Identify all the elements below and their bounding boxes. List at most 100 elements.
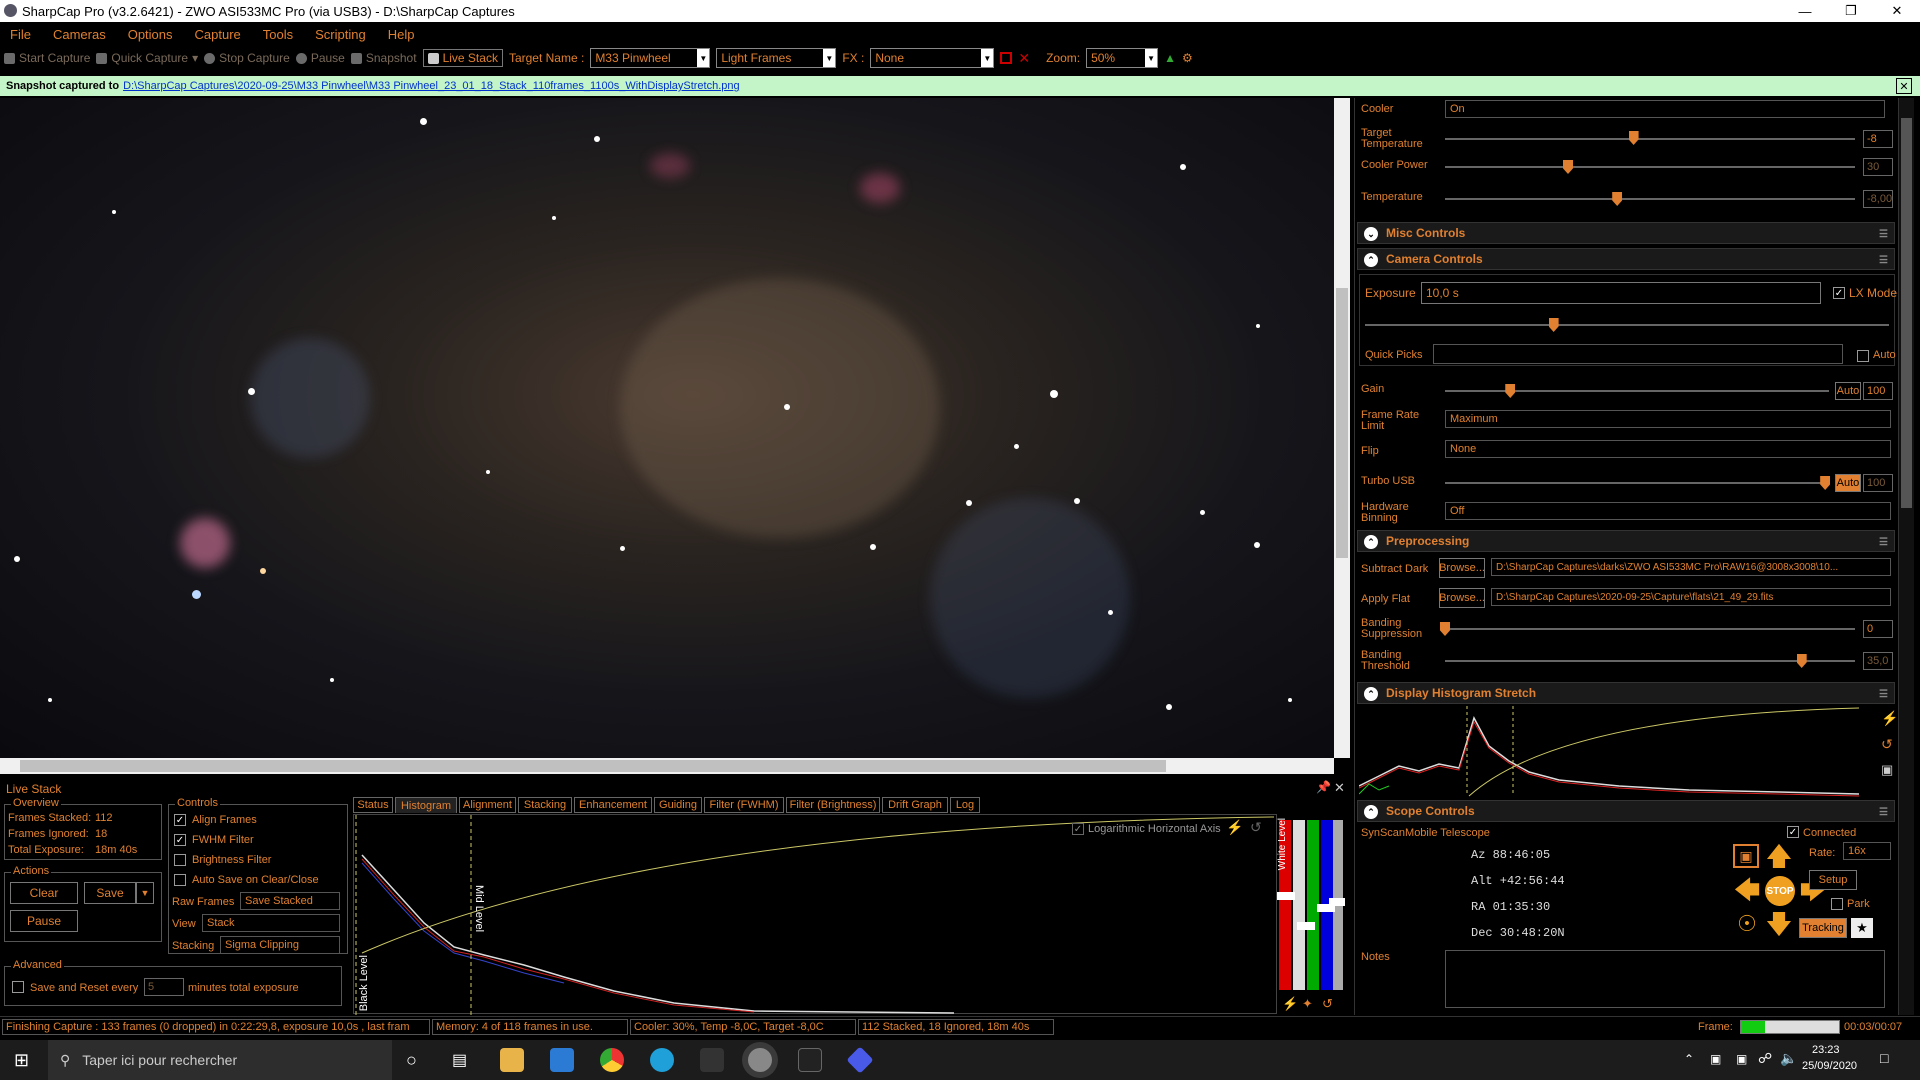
goto-icon[interactable]: ▣ <box>1733 844 1759 868</box>
maximize-button[interactable]: ❐ <box>1828 0 1874 22</box>
terminal-icon[interactable] <box>798 1048 822 1072</box>
zoom-combo[interactable]: 50% ▼ <box>1086 48 1159 68</box>
scope-controls-header[interactable]: ⌃ Scope Controls ☰ <box>1357 800 1895 822</box>
frame-type-combo[interactable]: Light Frames ▼ <box>716 48 837 68</box>
menu-icon[interactable]: ☰ <box>1879 537 1888 548</box>
setup-button[interactable]: Setup <box>1809 870 1857 890</box>
slider-handle[interactable] <box>1329 898 1345 906</box>
stack-histogram[interactable]: Black Level Mid Level ✓ Logarithmic Hori… <box>353 814 1277 1015</box>
network-icon[interactable]: ☍ <box>1758 1050 1772 1067</box>
level-sliders[interactable]: White Level <box>1277 818 1345 996</box>
stop-capture-button[interactable]: Stop Capture <box>204 51 290 65</box>
reset-icon[interactable]: ↺ <box>1881 736 1893 753</box>
menu-cameras[interactable]: Cameras <box>53 27 106 42</box>
edge-icon[interactable] <box>650 1048 674 1072</box>
target-temp-slider[interactable] <box>1445 138 1855 140</box>
chevron-up-icon[interactable]: ⌃ <box>1684 1052 1694 1066</box>
red-rect-icon[interactable] <box>1000 52 1013 64</box>
stop-button[interactable]: STOP <box>1765 876 1795 906</box>
notes-field[interactable] <box>1445 950 1885 1008</box>
slider-thumb[interactable] <box>1796 654 1807 668</box>
slider-thumb[interactable] <box>1440 622 1450 636</box>
tab-enhancement[interactable]: Enhancement <box>574 797 652 813</box>
clear-button[interactable]: Clear <box>10 882 78 904</box>
camera-controls-header[interactable]: ⌃ Camera Controls ☰ <box>1357 248 1895 270</box>
banding-suppression-value[interactable]: 0 <box>1863 620 1893 638</box>
exposure-slider[interactable] <box>1365 324 1889 326</box>
volume-icon[interactable]: 🔈 <box>1780 1050 1797 1067</box>
sharpcap-icon[interactable] <box>748 1048 772 1072</box>
tab-filter-brightness[interactable]: Filter (Brightness) <box>786 797 880 813</box>
connected-checkbox[interactable]: ✓ <box>1787 826 1799 838</box>
save-icon[interactable]: ▣ <box>1881 762 1893 778</box>
stacking-combo[interactable]: Sigma Clipping <box>220 936 340 954</box>
camera-image-view[interactable] <box>0 98 1334 758</box>
dark-file-combo[interactable]: D:\SharpCap Captures\darks\ZWO ASI533MC … <box>1491 558 1891 576</box>
pause-button[interactable]: Pause <box>10 910 78 932</box>
arrow-up-icon[interactable]: 🡅 <box>1765 842 1793 870</box>
close-icon[interactable]: ✕ <box>1334 780 1345 796</box>
gain-slider[interactable] <box>1445 390 1829 392</box>
menu-help[interactable]: Help <box>388 27 415 42</box>
rate-combo[interactable]: 16x <box>1843 842 1891 860</box>
start-capture-button[interactable]: Start Capture <box>4 51 90 65</box>
park-checkbox[interactable] <box>1831 898 1843 910</box>
cortana-icon[interactable]: ○ <box>406 1050 417 1071</box>
task-view-icon[interactable]: ▤ <box>452 1050 467 1070</box>
scroll-thumb[interactable] <box>1901 118 1912 508</box>
tab-histogram[interactable]: Histogram <box>395 797 457 813</box>
histogram-icon[interactable]: ▲ <box>1164 51 1176 65</box>
lightning-icon[interactable]: ⚡ <box>1226 819 1243 836</box>
flat-file-combo[interactable]: D:\SharpCap Captures\2020-09-25\Capture\… <box>1491 588 1891 606</box>
lx-mode-checkbox[interactable]: ✓ <box>1833 287 1845 299</box>
slider-thumb[interactable] <box>1505 384 1516 398</box>
menu-icon[interactable]: ☰ <box>1879 255 1888 266</box>
auto-exposure-checkbox[interactable] <box>1857 350 1869 362</box>
binning-combo[interactable]: Off <box>1445 502 1891 520</box>
tab-stacking[interactable]: Stacking <box>518 797 572 813</box>
save-dropdown[interactable]: ▼ <box>136 882 154 904</box>
reset-icon[interactable]: ↺ <box>1322 996 1333 1012</box>
white-channel-slider[interactable] <box>1293 820 1305 990</box>
frame-rate-combo[interactable]: Maximum <box>1445 410 1891 428</box>
live-stack-button[interactable]: Live Stack <box>422 49 503 67</box>
minimize-button[interactable]: — <box>1782 0 1828 22</box>
close-button[interactable]: ✕ <box>1874 0 1920 22</box>
target-icon[interactable]: ☉ <box>1733 910 1761 938</box>
notifications-icon[interactable]: □ <box>1880 1050 1888 1066</box>
align-frames-checkbox[interactable]: ✓ <box>174 814 186 826</box>
tab-guiding[interactable]: Guiding <box>654 797 702 813</box>
fwhm-filter-checkbox[interactable]: ✓ <box>174 834 186 846</box>
file-explorer-icon[interactable] <box>500 1048 524 1072</box>
tab-alignment[interactable]: Alignment <box>459 797 516 813</box>
menu-options[interactable]: Options <box>128 27 173 42</box>
browse-flat-button[interactable]: Browse... <box>1439 588 1485 608</box>
gain-auto-button[interactable]: Auto <box>1835 382 1861 400</box>
reset-icon[interactable]: ↺ <box>1250 819 1262 836</box>
menu-capture[interactable]: Capture <box>195 27 241 42</box>
tab-log[interactable]: Log <box>950 797 980 813</box>
app-icon[interactable] <box>846 1046 874 1074</box>
windows-start-icon[interactable]: ⊞ <box>14 1050 29 1071</box>
tray-icon[interactable]: ▣ <box>1736 1052 1747 1066</box>
flip-combo[interactable]: None <box>1445 440 1891 458</box>
crosshair-icon[interactable]: ✕ <box>1018 50 1030 67</box>
slider-thumb[interactable] <box>1820 476 1831 490</box>
target-name-combo[interactable]: M33 Pinwheel ▼ <box>590 48 711 68</box>
cooler-combo[interactable]: On <box>1445 100 1885 118</box>
slider-handle[interactable] <box>1277 892 1295 900</box>
pause-button[interactable]: Pause <box>295 51 345 65</box>
close-icon[interactable]: ✕ <box>1896 78 1912 94</box>
save-button[interactable]: Save <box>84 882 136 904</box>
menu-tools[interactable]: Tools <box>263 27 293 42</box>
pin-icon[interactable]: 📌 <box>1316 780 1331 794</box>
turbo-usb-slider[interactable] <box>1445 482 1829 484</box>
display-histogram[interactable] <box>1359 706 1879 798</box>
banding-threshold-slider[interactable] <box>1445 660 1855 662</box>
sparkle-icon[interactable]: ✦ <box>1302 996 1313 1012</box>
image-horizontal-scrollbar[interactable] <box>0 758 1334 774</box>
exposure-field[interactable]: 10,0 s <box>1421 282 1821 304</box>
taskbar-search-box[interactable]: ⚲ Taper ici pour rechercher <box>48 1040 392 1080</box>
app-icon[interactable] <box>700 1048 724 1072</box>
image-vertical-scrollbar[interactable] <box>1334 98 1350 758</box>
